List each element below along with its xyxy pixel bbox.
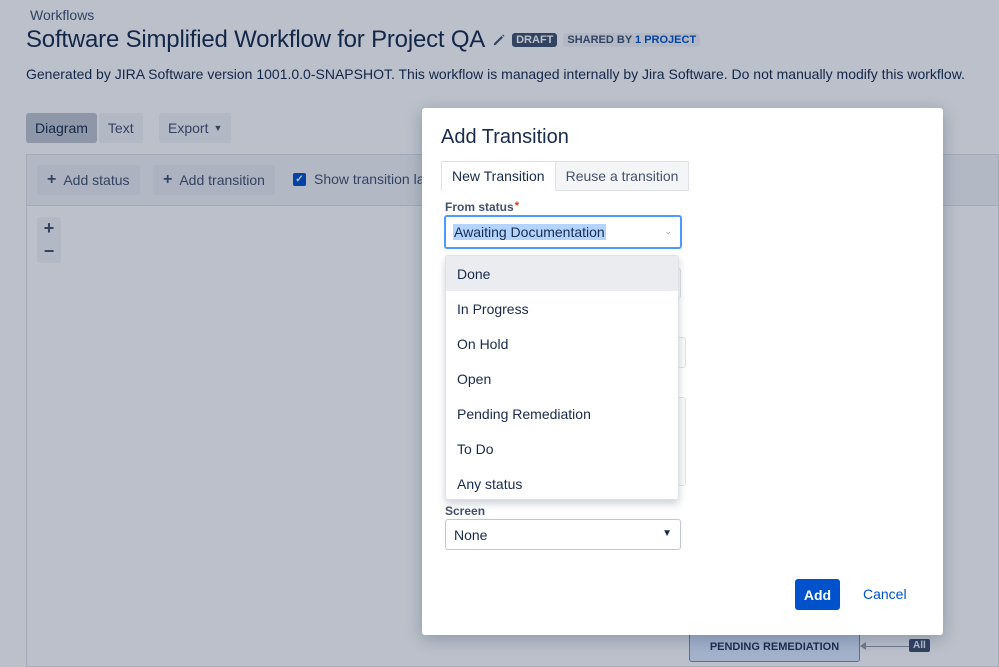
dropdown-option-done[interactable]: Done — [446, 256, 678, 291]
screen-value: None — [454, 526, 488, 543]
dropdown-option-open[interactable]: Open — [446, 361, 678, 396]
dropdown-option-on-hold[interactable]: On Hold — [446, 326, 678, 361]
screen-label: Screen — [445, 504, 486, 518]
dropdown-option-in-progress[interactable]: In Progress — [446, 291, 678, 326]
tab-reuse-transition[interactable]: Reuse a transition — [555, 161, 690, 191]
screen-select[interactable]: None ▼ — [445, 519, 681, 550]
chevron-down-icon: ▼ — [662, 528, 672, 539]
from-status-value: Awaiting Documentation — [453, 224, 606, 240]
from-status-select[interactable]: Awaiting Documentation ⌄ — [444, 215, 682, 249]
cancel-link[interactable]: Cancel — [863, 586, 907, 602]
required-marker: * — [514, 200, 519, 212]
dialog-tabs: New Transition Reuse a transition — [441, 161, 690, 191]
from-status-label: From status* — [445, 200, 519, 214]
from-status-dropdown: Done In Progress On Hold Open Pending Re… — [445, 255, 679, 500]
dialog-title: Add Transition — [441, 126, 569, 148]
dropdown-option-pending-remediation[interactable]: Pending Remediation — [446, 396, 678, 431]
dropdown-option-any-status[interactable]: Any status — [446, 466, 678, 499]
from-status-label-text: From status — [445, 200, 514, 214]
chevron-down-icon: ⌄ — [664, 226, 672, 236]
tab-new-transition[interactable]: New Transition — [441, 161, 556, 191]
add-button[interactable]: Add — [795, 579, 840, 610]
dropdown-option-to-do[interactable]: To Do — [446, 431, 678, 466]
